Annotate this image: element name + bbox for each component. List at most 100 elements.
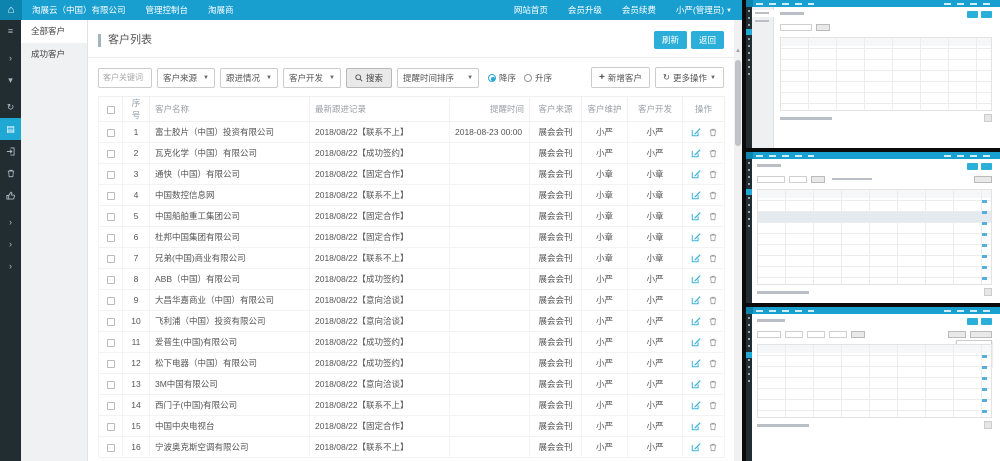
keyword-input[interactable] bbox=[98, 68, 152, 88]
scrollbar-thumb[interactable] bbox=[735, 60, 741, 146]
chevron-right-icon[interactable]: › bbox=[0, 255, 21, 277]
delete-icon[interactable] bbox=[709, 233, 717, 242]
row-checkbox[interactable] bbox=[107, 213, 115, 221]
row-checkbox[interactable] bbox=[107, 192, 115, 200]
edit-icon[interactable] bbox=[691, 442, 701, 452]
select-all-checkbox[interactable] bbox=[107, 106, 115, 114]
delete-icon[interactable] bbox=[709, 254, 717, 263]
table-row[interactable]: 16 宁波奥克斯空调有限公司 2018/08/22【联系不上】 展会会刊 小严 … bbox=[99, 437, 725, 458]
trash-icon[interactable] bbox=[0, 162, 21, 184]
delete-icon[interactable] bbox=[709, 149, 717, 158]
table-row[interactable]: 9 大昌华嘉商业（中国）有限公司 2018/08/22【意向洽谈】 展会会刊 小… bbox=[99, 290, 725, 311]
edit-icon[interactable] bbox=[691, 253, 701, 263]
row-checkbox[interactable] bbox=[107, 234, 115, 242]
more-actions-button[interactable]: ↻更多操作▼ bbox=[655, 67, 724, 88]
home-button[interactable]: ⌂ bbox=[0, 0, 22, 20]
preview-thumbnail-3[interactable] bbox=[746, 307, 1000, 461]
table-row[interactable]: 11 爱普生(中国)有限公司 2018/08/22【成功签约】 展会会刊 小严 … bbox=[99, 332, 725, 353]
row-checkbox[interactable] bbox=[107, 402, 115, 410]
row-checkbox[interactable] bbox=[107, 423, 115, 431]
edit-icon[interactable] bbox=[691, 316, 701, 326]
nav-taozhanshang[interactable]: 淘展商 bbox=[198, 0, 244, 20]
row-checkbox[interactable] bbox=[107, 297, 115, 305]
edit-icon[interactable] bbox=[691, 421, 701, 431]
remind-time-sort-select[interactable]: 提醒时间排序▼ bbox=[397, 68, 479, 88]
row-checkbox[interactable] bbox=[107, 129, 115, 137]
delete-icon[interactable] bbox=[709, 317, 717, 326]
delete-icon[interactable] bbox=[709, 422, 717, 431]
table-row[interactable]: 4 中国数控信息网 2018/08/22【联系不上】 展会会刊 小章 小章 bbox=[99, 185, 725, 206]
edit-icon[interactable] bbox=[691, 169, 701, 179]
edit-icon[interactable] bbox=[691, 127, 701, 137]
table-row[interactable]: 8 ABB（中国）有限公司 2018/08/22【成功签约】 展会会刊 小严 小… bbox=[99, 269, 725, 290]
table-row[interactable]: 13 3M中国有限公司 2018/08/22【意向洽谈】 展会会刊 小严 小严 bbox=[99, 374, 725, 395]
followup-status-select[interactable]: 跟进情况▼ bbox=[220, 68, 278, 88]
customer-source-select[interactable]: 客户来源▼ bbox=[157, 68, 215, 88]
refresh-button[interactable]: 刷新 bbox=[654, 31, 687, 49]
edit-icon[interactable] bbox=[691, 232, 701, 242]
row-checkbox[interactable] bbox=[107, 150, 115, 158]
row-checkbox[interactable] bbox=[107, 381, 115, 389]
row-checkbox[interactable] bbox=[107, 444, 115, 452]
edit-icon[interactable] bbox=[691, 379, 701, 389]
chevron-right-icon[interactable]: › bbox=[0, 233, 21, 255]
chevron-down-icon[interactable]: ▾ bbox=[0, 69, 21, 91]
sort-asc-radio[interactable]: 升序 bbox=[524, 72, 552, 84]
delete-icon[interactable] bbox=[709, 380, 717, 389]
table-row[interactable]: 2 瓦克化学（中国）有限公司 2018/08/22【成功签约】 展会会刊 小严 … bbox=[99, 143, 725, 164]
logout-icon[interactable] bbox=[0, 140, 21, 162]
edit-icon[interactable] bbox=[691, 274, 701, 284]
table-row[interactable]: 3 通快（中国）有限公司 2018/08/22【固定合作】 展会会刊 小章 小章 bbox=[99, 164, 725, 185]
edit-icon[interactable] bbox=[691, 400, 701, 410]
nav-company[interactable]: 淘展云（中国）有限公司 bbox=[22, 0, 136, 20]
row-checkbox[interactable] bbox=[107, 318, 115, 326]
table-row[interactable]: 7 兄弟(中国)商业有限公司 2018/08/22【联系不上】 展会会刊 小章 … bbox=[99, 248, 725, 269]
customer-list-icon[interactable]: ▤ bbox=[0, 118, 21, 140]
table-row[interactable]: 14 西门子(中国)有限公司 2018/08/22【联系不上】 展会会刊 小严 … bbox=[99, 395, 725, 416]
scroll-up-icon[interactable]: ▲ bbox=[735, 48, 741, 54]
nav-admin-console[interactable]: 管理控制台 bbox=[136, 0, 199, 20]
sidebar-item-success-customers[interactable]: 成功客户 bbox=[21, 43, 87, 66]
table-row[interactable]: 5 中国船舶重工集团公司 2018/08/22【固定合作】 展会会刊 小章 小章 bbox=[99, 206, 725, 227]
table-row[interactable]: 10 飞利浦（中国）投资有限公司 2018/08/22【意向洽谈】 展会会刊 小… bbox=[99, 311, 725, 332]
delete-icon[interactable] bbox=[709, 275, 717, 284]
table-row[interactable]: 1 富士胶片（中国）投资有限公司 2018/08/22【联系不上】 2018-0… bbox=[99, 122, 725, 143]
delete-icon[interactable] bbox=[709, 359, 717, 368]
delete-icon[interactable] bbox=[709, 338, 717, 347]
table-row[interactable]: 12 松下电器（中国）有限公司 2018/08/22【成功签约】 展会会刊 小严… bbox=[99, 353, 725, 374]
edit-icon[interactable] bbox=[691, 358, 701, 368]
delete-icon[interactable] bbox=[709, 296, 717, 305]
row-checkbox[interactable] bbox=[107, 255, 115, 263]
thumbs-up-icon[interactable] bbox=[0, 184, 21, 206]
delete-icon[interactable] bbox=[709, 191, 717, 200]
edit-icon[interactable] bbox=[691, 190, 701, 200]
nav-member-renew[interactable]: 会员续费 bbox=[612, 0, 666, 20]
edit-icon[interactable] bbox=[691, 295, 701, 305]
table-row[interactable]: 6 杜邦中国集团有限公司 2018/08/22【固定合作】 展会会刊 小章 小章 bbox=[99, 227, 725, 248]
nav-user-menu[interactable]: 小严(管理员)▼ bbox=[666, 0, 742, 20]
delete-icon[interactable] bbox=[709, 128, 717, 137]
chevron-right-icon[interactable]: › bbox=[0, 47, 21, 69]
nav-member-upgrade[interactable]: 会员升级 bbox=[558, 0, 612, 20]
preview-thumbnail-2[interactable] bbox=[746, 152, 1000, 303]
row-checkbox[interactable] bbox=[107, 171, 115, 179]
delete-icon[interactable] bbox=[709, 212, 717, 221]
add-customer-button[interactable]: +新增客户 bbox=[591, 67, 650, 88]
vertical-scrollbar[interactable]: ▲ bbox=[734, 20, 742, 461]
customer-developer-select[interactable]: 客户开发▼ bbox=[283, 68, 341, 88]
edit-icon[interactable] bbox=[691, 211, 701, 221]
sidebar-item-all-customers[interactable]: 全部客户 bbox=[21, 20, 87, 43]
row-checkbox[interactable] bbox=[107, 360, 115, 368]
delete-icon[interactable] bbox=[709, 170, 717, 179]
edit-icon[interactable] bbox=[691, 148, 701, 158]
back-button[interactable]: 返回 bbox=[691, 31, 724, 49]
delete-icon[interactable] bbox=[709, 443, 717, 452]
row-checkbox[interactable] bbox=[107, 276, 115, 284]
sort-desc-radio[interactable]: 降序 bbox=[488, 72, 516, 84]
delete-icon[interactable] bbox=[709, 401, 717, 410]
edit-icon[interactable] bbox=[691, 337, 701, 347]
nav-site-home[interactable]: 网站首页 bbox=[504, 0, 558, 20]
menu-icon[interactable]: ≡ bbox=[0, 20, 21, 42]
table-row[interactable]: 15 中国中央电视台 2018/08/22【固定合作】 展会会刊 小严 小严 bbox=[99, 416, 725, 437]
row-checkbox[interactable] bbox=[107, 339, 115, 347]
